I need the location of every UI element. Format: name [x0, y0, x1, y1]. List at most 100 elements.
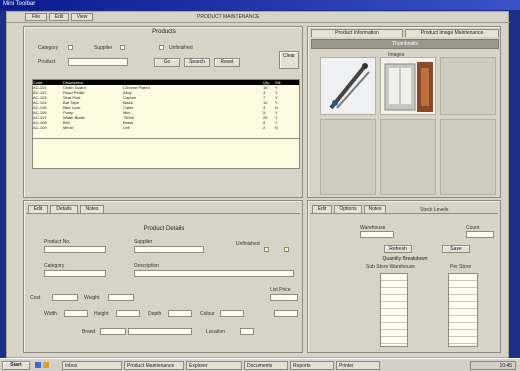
clock: 10:45	[499, 363, 512, 369]
grid-cell[interactable]	[449, 295, 477, 302]
product-list[interactable]: Code Description Qty Stk AC-101 Chain Gua…	[32, 79, 300, 139]
products-heading: Products	[152, 29, 176, 35]
grid-cell[interactable]	[381, 274, 407, 281]
brand-name-field[interactable]	[128, 328, 192, 335]
thumbnail-5[interactable]	[380, 119, 436, 195]
depth-field[interactable]	[168, 310, 192, 317]
depth-label: Depth	[148, 311, 162, 317]
taskbar: Start Inbox Product Maintenance Explorer…	[0, 358, 520, 371]
menu-bar: File Edit View PRODUCT MAINTENANCE	[7, 12, 510, 23]
grid-cell[interactable]	[449, 274, 477, 281]
task-explorer[interactable]: Explorer	[186, 361, 242, 370]
description-label: Description	[134, 263, 160, 269]
menu-edit[interactable]: Edit	[49, 13, 69, 21]
grid-cell[interactable]	[381, 337, 407, 344]
width-field[interactable]	[64, 310, 88, 317]
tab-stock-edit[interactable]: Edit	[312, 205, 332, 213]
description-field[interactable]	[134, 270, 294, 277]
menu-file[interactable]: File	[25, 13, 47, 21]
thumbnail-2[interactable]	[380, 57, 436, 115]
grid-col2-label: Per Store	[450, 264, 472, 270]
grid-cell[interactable]	[449, 302, 477, 309]
status-checkbox[interactable]	[284, 247, 289, 252]
cost-field[interactable]	[52, 294, 78, 301]
grid-cell[interactable]	[381, 295, 407, 302]
list-cell: Left	[123, 125, 130, 130]
grid-cell[interactable]	[449, 281, 477, 288]
list-item[interactable]: AC-109 Mirror Left 2 N	[33, 125, 299, 130]
grid-cell[interactable]	[381, 309, 407, 316]
task-documents[interactable]: Documents	[244, 361, 288, 370]
task-printer[interactable]: Printer	[336, 361, 380, 370]
detail-panel: Edit Details Notes Product Details Produ…	[23, 200, 303, 353]
tab-detail-details[interactable]: Details	[50, 205, 78, 213]
grid-cell[interactable]	[449, 337, 477, 344]
weight-field[interactable]	[108, 294, 134, 301]
grid-cell[interactable]	[449, 330, 477, 337]
list-cell: Mirror	[63, 125, 74, 130]
grid-cell[interactable]	[381, 323, 407, 330]
height-field[interactable]	[116, 310, 140, 317]
grid-cell[interactable]	[449, 316, 477, 323]
go-button[interactable]: Go	[154, 58, 180, 67]
menu-view[interactable]: View	[71, 13, 93, 21]
colour-field[interactable]	[220, 310, 244, 317]
category-field[interactable]	[44, 270, 106, 277]
thumbnail-4[interactable]	[320, 119, 376, 195]
window-title: Mini Toolbar	[3, 1, 36, 7]
task-inbox[interactable]: Inbox	[62, 361, 122, 370]
grid-cell[interactable]	[449, 323, 477, 330]
cost-label: Cost	[30, 295, 41, 301]
tab-detail-edit[interactable]: Edit	[28, 205, 48, 213]
warehouse-grid[interactable]	[380, 273, 408, 347]
tab-detail-notes[interactable]: Notes	[80, 205, 104, 213]
grid-cell[interactable]	[381, 316, 407, 323]
tab-product-image-maintenance[interactable]: Product Image Maintenance	[405, 29, 499, 37]
products-panel: Products Category Supplier Unfinished Pr…	[23, 26, 303, 198]
grid-cell[interactable]	[449, 309, 477, 316]
grid-cell[interactable]	[381, 288, 407, 295]
store-grid[interactable]	[448, 273, 478, 347]
start-button[interactable]: Start	[2, 361, 30, 370]
refresh-button[interactable]: Refresh	[384, 245, 412, 253]
task-product-maintenance[interactable]: Product Maintenance	[124, 361, 184, 370]
warehouse-field[interactable]	[360, 231, 394, 238]
unfinished-filter-checkbox[interactable]	[159, 45, 164, 50]
weight-label: Weight	[84, 295, 100, 301]
save-stock-button[interactable]: Save	[442, 245, 470, 253]
task-reports[interactable]: Reports	[290, 361, 334, 370]
browser-icon[interactable]	[35, 362, 41, 368]
location-field[interactable]	[240, 328, 254, 335]
tab-stock-options[interactable]: Options	[334, 205, 362, 213]
unfinished-checkbox[interactable]	[264, 247, 269, 252]
thumbnails-heading: Thumbnails	[311, 39, 499, 49]
brand-code-field[interactable]	[100, 328, 126, 335]
tool-image-icon	[329, 63, 370, 110]
grid-cell[interactable]	[381, 281, 407, 288]
product-search-label: Product	[38, 59, 56, 65]
unfinished-filter-label: Unfinished	[169, 45, 193, 51]
product-code-field[interactable]	[44, 246, 106, 253]
supplier-filter-checkbox[interactable]	[120, 45, 125, 50]
clear-button[interactable]: Clear	[279, 51, 299, 69]
folder-icon[interactable]	[43, 362, 49, 368]
supplier-field[interactable]	[134, 246, 204, 253]
product-search-input[interactable]	[68, 58, 128, 66]
grid-cell[interactable]	[449, 288, 477, 295]
list-price-field[interactable]	[270, 294, 298, 301]
reset-button[interactable]: Reset	[214, 58, 240, 67]
tab-product-information[interactable]: Product Information	[311, 29, 403, 37]
quick-launch	[34, 361, 58, 370]
grid-cell[interactable]	[381, 302, 407, 309]
images-panel: Product Information Product Image Mainte…	[307, 26, 501, 198]
thumbnail-3[interactable]	[440, 57, 496, 115]
count-field[interactable]	[466, 231, 494, 238]
tab-stock-notes[interactable]: Notes	[364, 205, 386, 213]
height-label: Height	[94, 311, 109, 317]
search-button[interactable]: Search	[184, 58, 210, 67]
category-filter-checkbox[interactable]	[68, 45, 73, 50]
thumbnail-6[interactable]	[440, 119, 496, 195]
thumbnail-1[interactable]	[320, 57, 376, 115]
grid-cell[interactable]	[381, 330, 407, 337]
extra-field[interactable]	[274, 310, 298, 317]
